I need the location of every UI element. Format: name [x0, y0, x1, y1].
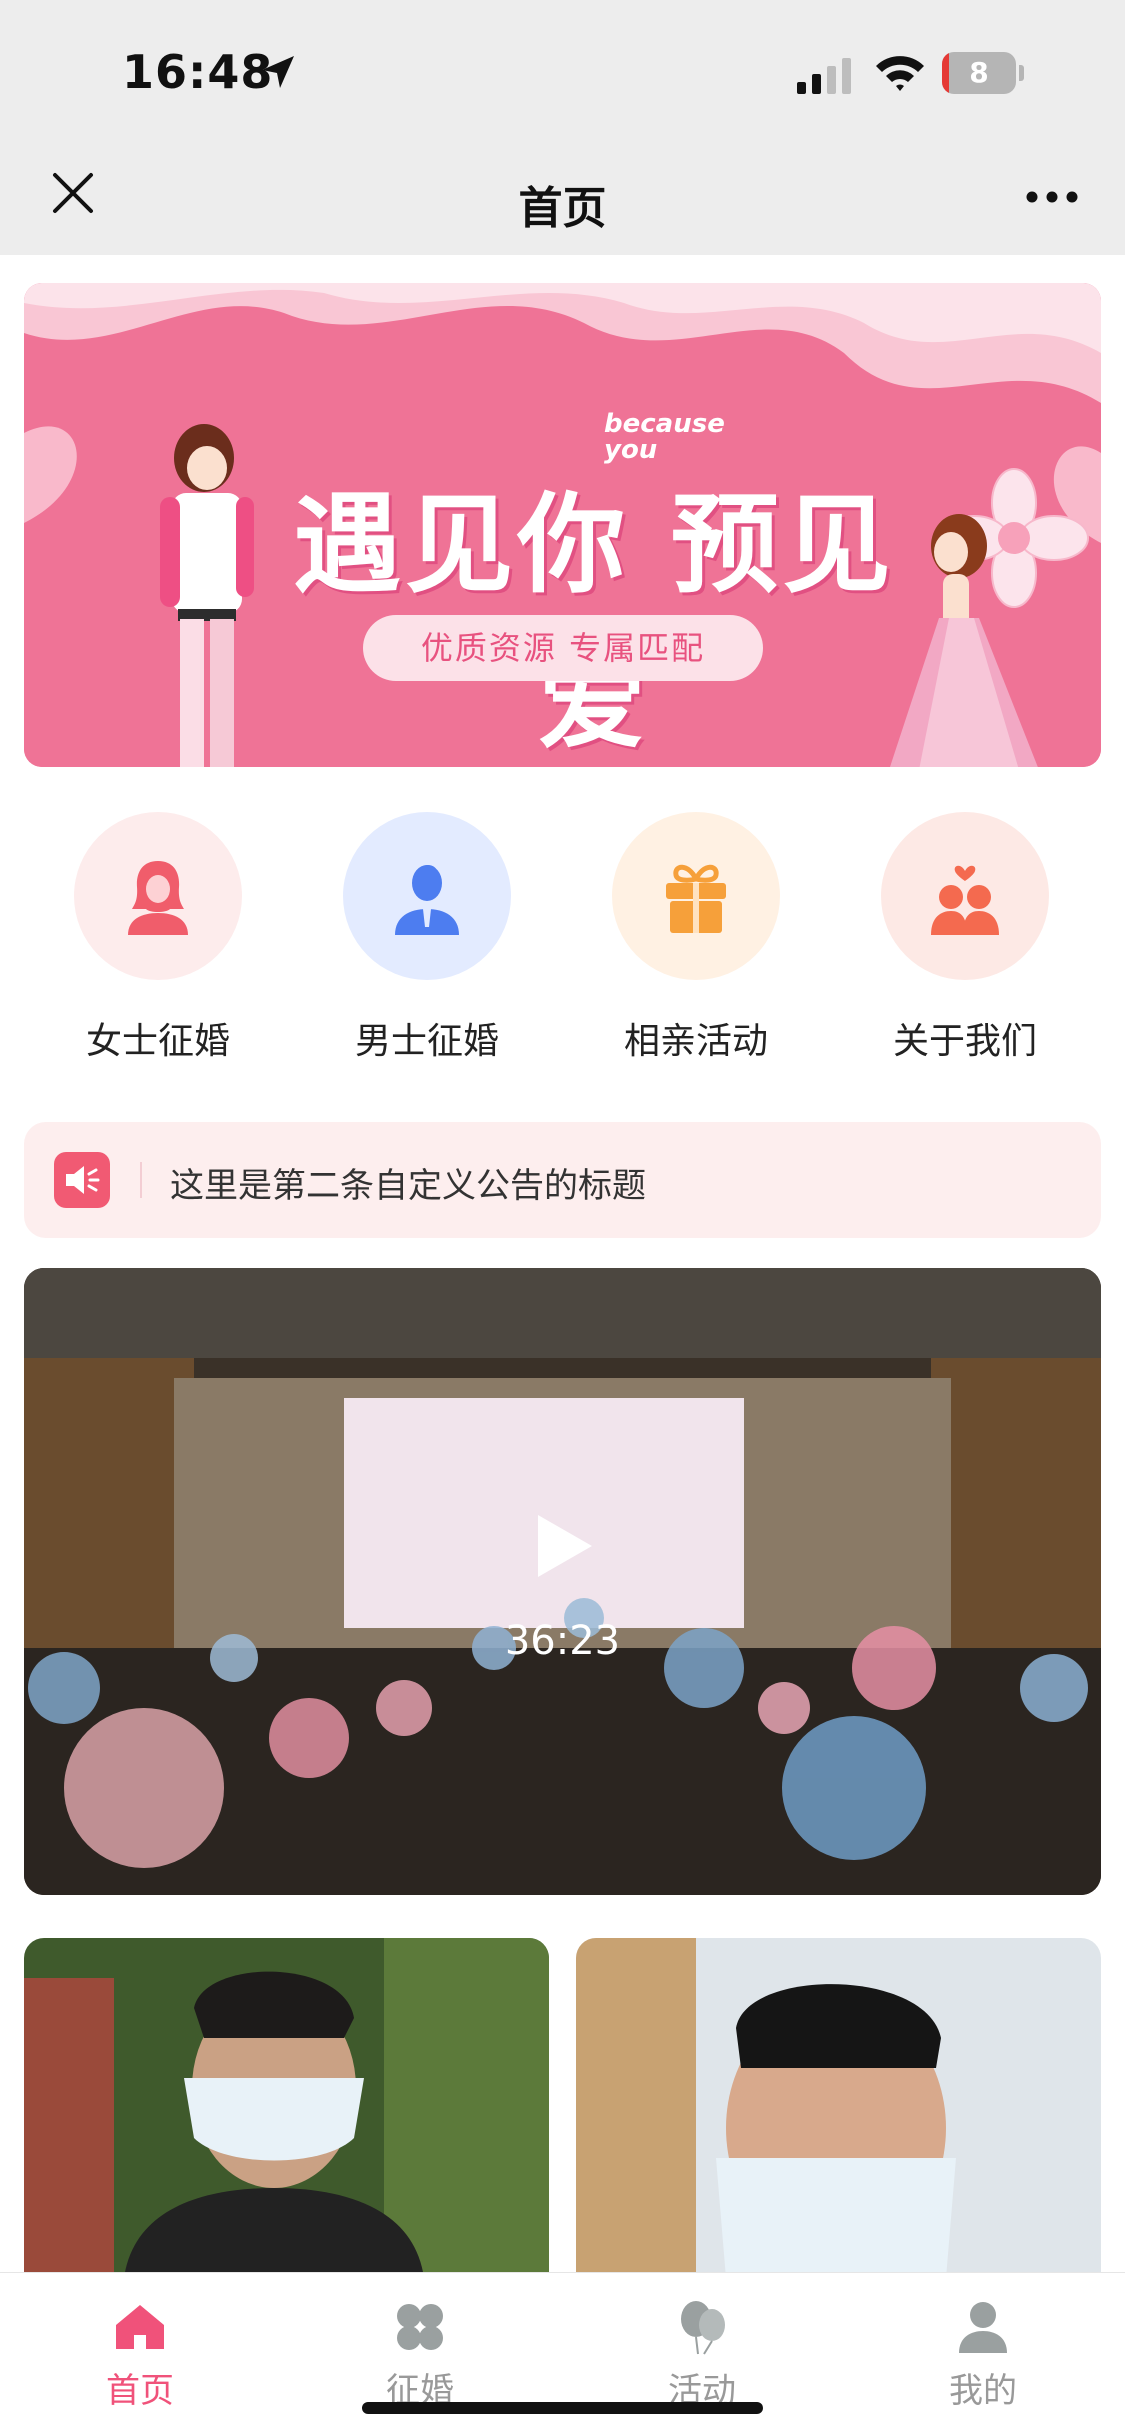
clover-icon	[397, 2304, 443, 2350]
wifi-icon	[876, 56, 924, 91]
announcement-bar[interactable]: 这里是第二条自定义公告的标题	[24, 1122, 1101, 1238]
announcement-title: 这里是第二条自定义公告的标题	[170, 1166, 646, 1206]
menu-icon-bg	[74, 812, 242, 980]
menu-icon-bg	[881, 812, 1049, 980]
profile-photo	[24, 1938, 549, 2278]
menu-item-women-matchmaking[interactable]: 女士征婚	[48, 812, 268, 1072]
girl-illustration	[889, 514, 1038, 767]
tab-home[interactable]: 首页	[40, 2285, 240, 2411]
promo-banner[interactable]: because you 遇见你 预见爱 优质资源 专属匹配	[24, 283, 1101, 767]
menu-icon-bg	[612, 812, 780, 980]
video-thumbnail	[24, 1268, 1101, 1895]
tab-label: 我的	[949, 2371, 1017, 2411]
menu-item-men-matchmaking[interactable]: 男士征婚	[317, 812, 537, 1072]
tab-activities[interactable]: 活动	[602, 2285, 802, 2411]
page-title: 首页	[518, 183, 607, 234]
menu-item-label: 相亲活动	[623, 1021, 768, 1062]
gift-icon	[666, 864, 726, 933]
menu-item-label: 男士征婚	[354, 1021, 499, 1062]
video-duration: 36:23	[504, 1618, 621, 1664]
home-indicator	[362, 2402, 763, 2414]
profile-photo	[576, 1938, 1101, 2278]
cellular-signal-icon	[797, 58, 851, 94]
profile-card[interactable]	[576, 1938, 1101, 2278]
play-icon[interactable]	[534, 1513, 594, 1579]
status-time: 16:48	[122, 45, 274, 99]
couple-icon	[931, 865, 999, 935]
profile-card[interactable]	[24, 1938, 549, 2278]
menu-item-label: 女士征婚	[85, 1021, 230, 1062]
more-options-icon[interactable]	[1025, 190, 1079, 204]
speaker-icon	[54, 1152, 110, 1208]
battery-level-text: 8	[969, 56, 989, 89]
menu-item-dating-events[interactable]: 相亲活动	[586, 812, 806, 1072]
man-icon	[395, 865, 459, 935]
banner-title: 遇见你 预见爱	[293, 482, 895, 764]
video-player[interactable]: 36:23	[24, 1268, 1101, 1895]
tab-mine[interactable]: 我的	[883, 2285, 1083, 2411]
menu-icon-bg	[343, 812, 511, 980]
banner-english-text: because you	[604, 409, 725, 465]
tab-label: 首页	[106, 2371, 174, 2411]
menu-item-about-us[interactable]: 关于我们	[855, 812, 1075, 1072]
tab-matchmaking[interactable]: 征婚	[320, 2285, 520, 2411]
boy-illustration	[160, 424, 254, 767]
balloon-icon	[681, 2301, 725, 2355]
banner-tagline: 优质资源 专属匹配	[363, 615, 763, 681]
menu-item-label: 关于我们	[892, 1021, 1037, 1062]
woman-icon	[128, 861, 188, 935]
home-icon	[116, 2305, 164, 2349]
user-icon	[959, 2302, 1007, 2353]
location-arrow-icon	[262, 56, 294, 88]
battery-indicator: 8	[942, 52, 1024, 94]
